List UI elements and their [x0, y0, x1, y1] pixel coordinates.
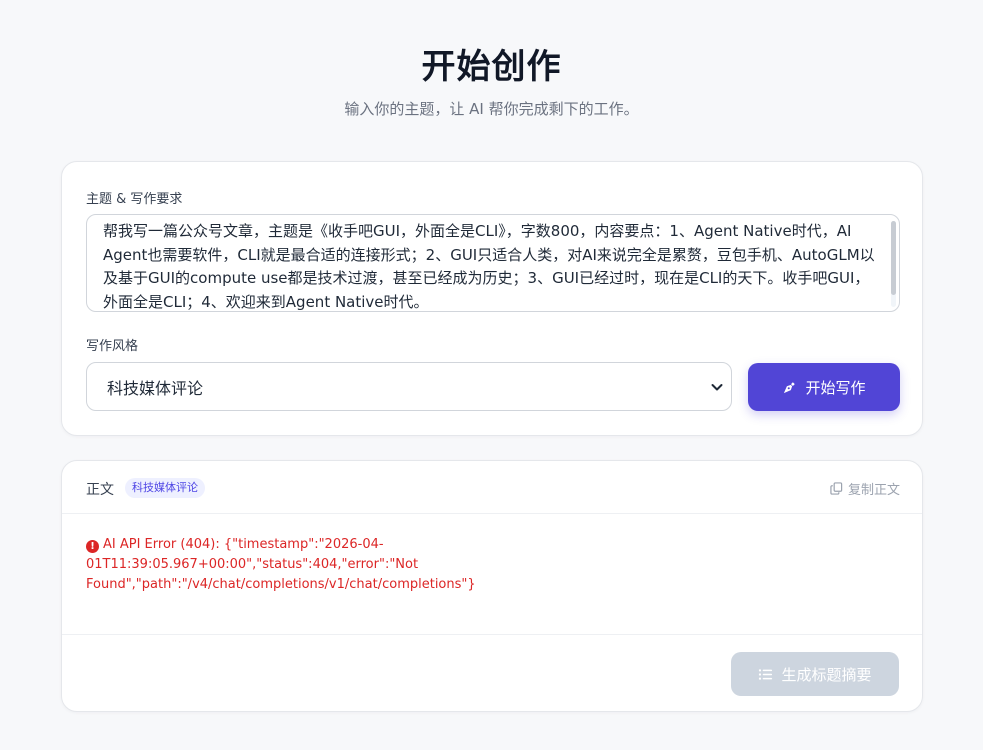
- hero-section: 开始创作 输入你的主题，让 AI 帮你完成剩下的工作。: [0, 44, 983, 120]
- style-label: 写作风格: [86, 339, 139, 354]
- page-title: 开始创作: [421, 47, 562, 87]
- output-header: 正文 科技媒体评论 复制正文: [62, 461, 922, 514]
- copy-text-label: 复制正文: [847, 483, 900, 498]
- textarea-scrollbar-thumb[interactable]: [891, 221, 896, 295]
- output-card: 正文 科技媒体评论 复制正文 ! AI API Error (404): {"ti…: [61, 460, 923, 712]
- error-text: AI API Error (404): {"timestamp":"2026-0…: [86, 537, 476, 592]
- generate-summary-label: 生成标题摘要: [781, 665, 872, 684]
- error-message: ! AI API Error (404): {"timestamp":"2026-…: [86, 535, 686, 595]
- generate-summary-button[interactable]: 生成标题摘要: [731, 652, 899, 696]
- start-writing-label: 开始写作: [805, 378, 866, 397]
- chevron-down-icon: [711, 384, 723, 391]
- input-card: 主题 & 写作要求 帮我写一篇公众号文章，主题是《收手吧GUI，外面全是CLI》…: [61, 161, 923, 436]
- topic-label: 主题 & 写作要求: [86, 192, 183, 207]
- output-title: 正文: [86, 482, 114, 498]
- style-select[interactable]: 科技媒体评论: [86, 362, 732, 411]
- start-writing-button[interactable]: 开始写作: [748, 363, 900, 411]
- page: 开始创作 输入你的主题，让 AI 帮你完成剩下的工作。 主题 & 写作要求 帮我…: [0, 0, 983, 750]
- style-badge: 科技媒体评论: [125, 478, 205, 498]
- topic-text: 帮我写一篇公众号文章，主题是《收手吧GUI，外面全是CLI》，字数800，内容要…: [103, 222, 875, 311]
- list-icon: [759, 668, 773, 680]
- copy-icon: [830, 482, 843, 495]
- topic-textarea[interactable]: 帮我写一篇公众号文章，主题是《收手吧GUI，外面全是CLI》，字数800，内容要…: [86, 214, 900, 312]
- pen-nib-icon: [784, 381, 796, 393]
- textarea-scrollbar[interactable]: [891, 221, 896, 307]
- error-circle-icon: !: [86, 540, 99, 553]
- style-select-value: 科技媒体评论: [107, 378, 204, 398]
- output-footer: 生成标题摘要: [62, 634, 922, 711]
- copy-text-button[interactable]: 复制正文: [830, 479, 900, 498]
- page-subtitle: 输入你的主题，让 AI 帮你完成剩下的工作。: [344, 100, 639, 118]
